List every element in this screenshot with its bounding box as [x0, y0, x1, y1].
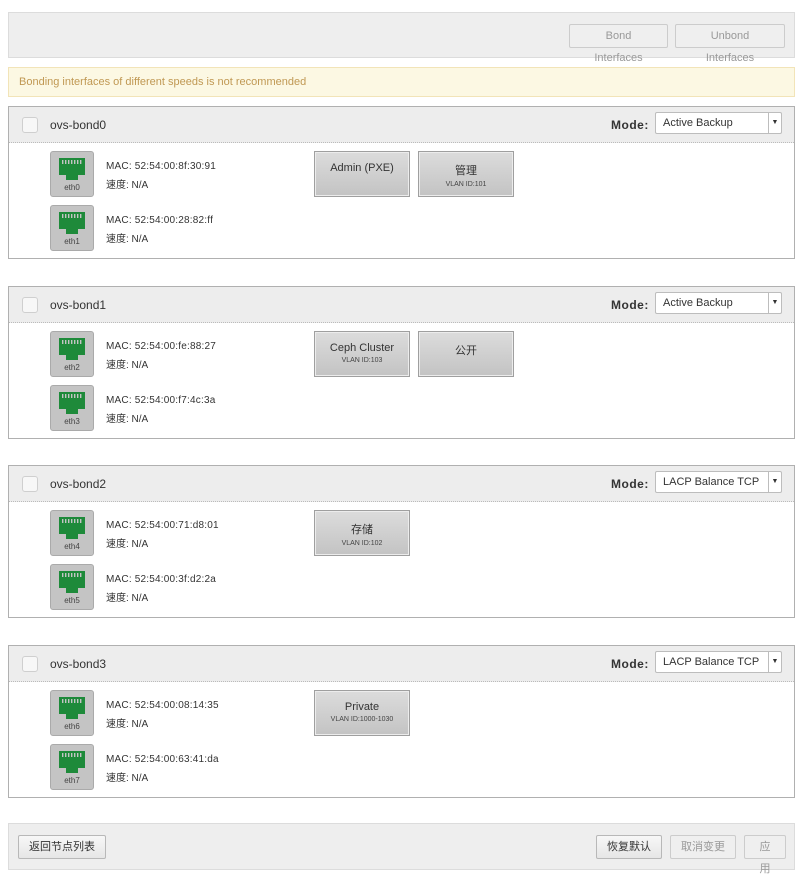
- ethernet-port-icon: [59, 697, 85, 719]
- bond-select-checkbox[interactable]: [22, 476, 38, 492]
- interface-name: eth0: [64, 183, 80, 192]
- network-name: 存储: [351, 524, 373, 536]
- ethernet-port-icon: [59, 338, 85, 360]
- restore-defaults-button[interactable]: 恢复默认: [596, 835, 662, 859]
- interface-eth7[interactable]: eth7: [50, 744, 94, 790]
- interface-mac: MAC: 52:54:00:fe:88:27: [106, 341, 217, 352]
- interface-name: eth2: [64, 363, 80, 372]
- mode-select[interactable]: LACP Balance TCP ▼: [655, 471, 782, 493]
- bond-name: ovs-bond0: [50, 118, 107, 132]
- interface-eth0[interactable]: eth0: [50, 151, 94, 197]
- mode-label: Mode:: [611, 657, 649, 671]
- ethernet-port-icon: [59, 392, 85, 414]
- interface-speed: 速度: N/A: [106, 360, 149, 371]
- bond-name: ovs-bond3: [50, 657, 107, 671]
- bond-select-checkbox[interactable]: [22, 297, 38, 313]
- bond-header: ovs-bond3 Mode: LACP Balance TCP ▼: [9, 646, 794, 682]
- mode-label: Mode:: [611, 477, 649, 491]
- unbond-interfaces-button[interactable]: Unbond Interfaces: [675, 24, 785, 64]
- chevron-down-icon: ▼: [768, 652, 781, 672]
- network-name: Admin (PXE): [330, 162, 394, 174]
- bond-interfaces-button[interactable]: Bond Interfaces: [569, 24, 668, 64]
- interface-mac: MAC: 52:54:00:8f:30:91: [106, 161, 217, 172]
- chevron-down-icon: ▼: [768, 472, 781, 492]
- back-to-node-list-button[interactable]: 返回节点列表: [18, 835, 106, 859]
- interface-name: eth5: [64, 596, 80, 605]
- interface-name: eth4: [64, 542, 80, 551]
- interface-mac: MAC: 52:54:00:08:14:35: [106, 700, 219, 711]
- mode-value: LACP Balance TCP: [663, 476, 760, 488]
- speed-warning-alert: Bonding interfaces of different speeds i…: [8, 67, 795, 97]
- mode-value: Active Backup: [663, 117, 733, 129]
- ethernet-port-icon: [59, 158, 85, 180]
- network-name: 管理: [455, 165, 477, 177]
- bond-panel: ovs-bond0 Mode: Active Backup ▼ eth0 MAC: 52:…: [8, 106, 795, 259]
- bond-select-checkbox[interactable]: [22, 656, 38, 672]
- ethernet-port-icon: [59, 517, 85, 539]
- bond-header: ovs-bond0 Mode: Active Backup ▼: [9, 107, 794, 143]
- interface-name: eth6: [64, 722, 80, 731]
- network-vlan: VLAN ID:101: [445, 181, 487, 188]
- network-block[interactable]: Ceph Cluster VLAN ID:103: [314, 331, 410, 377]
- mode-value: Active Backup: [663, 297, 733, 309]
- bond-name: ovs-bond1: [50, 298, 107, 312]
- interface-speed: 速度: N/A: [106, 180, 149, 191]
- network-block[interactable]: 存储 VLAN ID:102: [314, 510, 410, 556]
- chevron-down-icon: ▼: [768, 113, 781, 133]
- interface-speed: 速度: N/A: [106, 773, 149, 784]
- interface-eth1[interactable]: eth1: [50, 205, 94, 251]
- mode-select[interactable]: LACP Balance TCP ▼: [655, 651, 782, 673]
- mode-label: Mode:: [611, 298, 649, 312]
- mode-select[interactable]: Active Backup ▼: [655, 112, 782, 134]
- network-block[interactable]: 公开: [418, 331, 514, 377]
- mode-value: LACP Balance TCP: [663, 656, 760, 668]
- network-block[interactable]: Admin (PXE): [314, 151, 410, 197]
- footer-bar: 返回节点列表 恢复默认 取消变更 应用: [8, 823, 795, 875]
- cancel-changes-button[interactable]: 取消变更: [670, 835, 736, 859]
- interface-mac: MAC: 52:54:00:71:d8:01: [106, 520, 219, 531]
- interface-eth5[interactable]: eth5: [50, 564, 94, 610]
- mode-select[interactable]: Active Backup ▼: [655, 292, 782, 314]
- interface-name: eth1: [64, 237, 80, 246]
- interface-speed: 速度: N/A: [106, 539, 149, 550]
- chevron-down-icon: ▼: [768, 293, 781, 313]
- network-vlan: VLAN ID:1000-1030: [330, 716, 394, 723]
- mode-label: Mode:: [611, 118, 649, 132]
- interface-eth2[interactable]: eth2: [50, 331, 94, 377]
- bond-name: ovs-bond2: [50, 477, 107, 491]
- interface-speed: 速度: N/A: [106, 414, 149, 425]
- network-block[interactable]: 管理 VLAN ID:101: [418, 151, 514, 197]
- interface-mac: MAC: 52:54:00:28:82:ff: [106, 215, 214, 226]
- bond-select-checkbox[interactable]: [22, 117, 38, 133]
- interface-eth6[interactable]: eth6: [50, 690, 94, 736]
- interface-name: eth3: [64, 417, 80, 426]
- interface-mac: MAC: 52:54:00:f7:4c:3a: [106, 395, 216, 406]
- interface-eth3[interactable]: eth3: [50, 385, 94, 431]
- interface-eth4[interactable]: eth4: [50, 510, 94, 556]
- network-block[interactable]: Private VLAN ID:1000-1030: [314, 690, 410, 736]
- interface-mac: MAC: 52:54:00:63:41:da: [106, 754, 219, 765]
- interface-speed: 速度: N/A: [106, 234, 149, 245]
- toolbar: Bond Interfaces Unbond Interfaces: [8, 12, 795, 64]
- network-vlan: VLAN ID:103: [341, 357, 383, 364]
- network-vlan: VLAN ID:102: [341, 540, 383, 547]
- network-name: 公开: [455, 345, 477, 357]
- interface-mac: MAC: 52:54:00:3f:d2:2a: [106, 574, 217, 585]
- bond-panel: ovs-bond2 Mode: LACP Balance TCP ▼ eth4 MAC: …: [8, 465, 795, 618]
- ethernet-port-icon: [59, 212, 85, 234]
- bond-panel: ovs-bond3 Mode: LACP Balance TCP ▼ eth6 MAC: …: [8, 645, 795, 798]
- ethernet-port-icon: [59, 571, 85, 593]
- bond-header: ovs-bond2 Mode: LACP Balance TCP ▼: [9, 466, 794, 502]
- network-name: Private: [344, 701, 380, 713]
- apply-button[interactable]: 应用: [744, 835, 786, 875]
- bond-panel: ovs-bond1 Mode: Active Backup ▼ eth2 MAC: 52:…: [8, 286, 795, 439]
- bond-header: ovs-bond1 Mode: Active Backup ▼: [9, 287, 794, 323]
- ethernet-port-icon: [59, 751, 85, 773]
- network-name: Ceph Cluster: [329, 342, 395, 354]
- interface-speed: 速度: N/A: [106, 593, 149, 604]
- interface-name: eth7: [64, 776, 80, 785]
- interface-speed: 速度: N/A: [106, 719, 149, 730]
